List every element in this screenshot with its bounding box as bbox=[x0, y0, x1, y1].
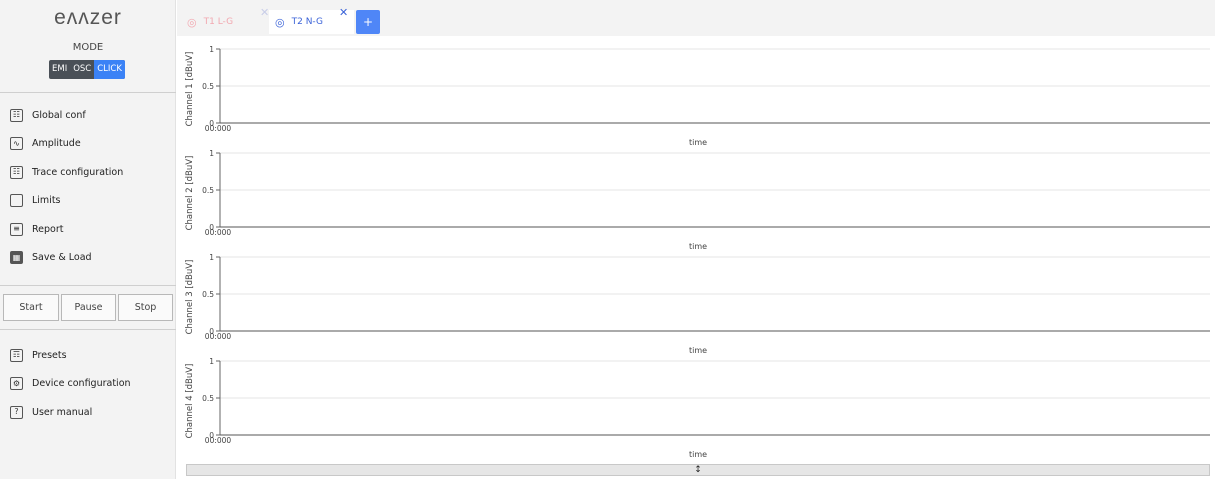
chart-plot-area: 10.5000:000time bbox=[202, 253, 1210, 355]
sidebar-item-label: Limits bbox=[32, 195, 61, 207]
sidebar-menu-top: ☷ Global conf ∿ Amplitude ☷ Trace config… bbox=[0, 101, 176, 272]
sidebar-item-label: Trace configuration bbox=[32, 166, 124, 178]
sidebar: eʌʌzer MODE EMI OSC CLICK ☷ Global conf … bbox=[0, 0, 176, 479]
y-tick-label: 0.5 bbox=[202, 290, 214, 299]
sidebar-menu-bottom: ☶ Presets ⚙ Device configuration ? User … bbox=[0, 341, 176, 427]
close-icon[interactable]: ✕ bbox=[339, 6, 348, 19]
amplitude-icon: ∿ bbox=[10, 137, 23, 151]
sidebar-item-limits[interactable]: Limits bbox=[0, 187, 176, 216]
channel-3-chart: Channel 3 [dBuV] 1 0.5 0 00:000 time bbox=[180, 252, 1210, 356]
chart-plot-area: 10.5000:000time bbox=[202, 45, 1210, 147]
close-icon[interactable]: ✕ bbox=[260, 6, 269, 19]
chart-plot-area: 10.5000:000time bbox=[202, 357, 1210, 459]
y-tick-label: 1 bbox=[209, 253, 214, 262]
mode-click-button[interactable]: CLICK bbox=[94, 60, 125, 79]
tab-t2-n-g[interactable]: ◎ T2 N-G ✕ bbox=[269, 6, 354, 34]
tab-t1-l-g[interactable]: ◎ T1 L-G ✕ bbox=[187, 6, 269, 34]
x-axis-label: time bbox=[689, 450, 707, 459]
y-tick-label: 1 bbox=[209, 149, 214, 158]
x-axis-label: time bbox=[689, 138, 707, 147]
x-tick-label: 00:000 bbox=[205, 228, 232, 237]
sidebar-divider bbox=[0, 92, 176, 93]
sidebar-item-amplitude[interactable]: ∿ Amplitude bbox=[0, 130, 176, 159]
app-logo: eʌʌzer bbox=[54, 6, 122, 29]
add-tab-button[interactable]: + bbox=[356, 10, 380, 34]
tab-bar: ◎ T1 L-G ✕ ◎ T2 N-G ✕ + bbox=[177, 0, 1215, 36]
channel-4-chart: Channel 4 [dBuV] 1 0.5 0 00:000 time bbox=[180, 356, 1210, 460]
resize-icon: ↕ bbox=[694, 465, 702, 475]
sidebar-item-label: Amplitude bbox=[32, 138, 81, 150]
y-tick-label: 0.5 bbox=[202, 394, 214, 403]
report-icon: ≡ bbox=[10, 222, 23, 236]
device-config-icon: ⚙ bbox=[10, 377, 23, 391]
y-tick-label: 1 bbox=[209, 357, 214, 366]
presets-icon: ☶ bbox=[10, 348, 23, 362]
sidebar-item-trace-configuration[interactable]: ☷ Trace configuration bbox=[0, 158, 176, 187]
sidebar-item-report[interactable]: ≡ Report bbox=[0, 215, 176, 244]
mode-emi-button[interactable]: EMI bbox=[49, 60, 70, 79]
sidebar-item-user-manual[interactable]: ? User manual bbox=[0, 398, 176, 427]
channel-2-chart: Channel 2 [dBuV] 1 0.5 0 00:000 time bbox=[180, 148, 1210, 252]
save-load-icon: ▦ bbox=[10, 251, 23, 265]
chart-plot-area: 10.5000:000time bbox=[202, 149, 1210, 251]
user-manual-icon: ? bbox=[10, 405, 23, 419]
eye-icon[interactable]: ◎ bbox=[275, 16, 285, 29]
channel-1-chart: Channel 1 [dBuV] 1 0.5 0 00:000 time bbox=[180, 44, 1210, 148]
eye-icon[interactable]: ◎ bbox=[187, 16, 197, 29]
mode-selector: EMI OSC CLICK bbox=[49, 60, 125, 79]
sidebar-divider bbox=[0, 329, 176, 330]
mode-label: MODE bbox=[72, 42, 104, 53]
sidebar-item-label: Global conf bbox=[32, 109, 86, 121]
sidebar-item-global-conf[interactable]: ☷ Global conf bbox=[0, 101, 176, 130]
pause-button[interactable]: Pause bbox=[61, 294, 116, 321]
x-axis-label: time bbox=[689, 346, 707, 355]
sidebar-item-label: Device configuration bbox=[32, 378, 131, 390]
sidebar-divider bbox=[0, 285, 176, 286]
sidebar-item-label: Presets bbox=[32, 349, 67, 361]
tab-label: T1 L-G bbox=[203, 17, 234, 27]
sidebar-item-presets[interactable]: ☶ Presets bbox=[0, 341, 176, 370]
y-tick-label: 1 bbox=[209, 45, 214, 54]
global-conf-icon: ☷ bbox=[10, 108, 23, 122]
y-tick-label: 0.5 bbox=[202, 186, 214, 195]
trace-config-icon: ☷ bbox=[10, 165, 23, 179]
acquisition-controls: Start Pause Stop bbox=[3, 294, 173, 321]
resize-handle[interactable]: ↕ bbox=[186, 464, 1210, 476]
tab-label: T2 N-G bbox=[291, 17, 323, 27]
sidebar-item-label: Save & Load bbox=[32, 252, 92, 264]
limits-icon bbox=[10, 194, 23, 208]
sidebar-item-device-configuration[interactable]: ⚙ Device configuration bbox=[0, 370, 176, 399]
y-tick-label: 0.5 bbox=[202, 82, 214, 91]
x-tick-label: 00:000 bbox=[205, 124, 232, 133]
sidebar-item-label: User manual bbox=[32, 406, 93, 418]
sidebar-item-label: Report bbox=[32, 223, 64, 235]
x-axis-label: time bbox=[689, 242, 707, 251]
mode-osc-button[interactable]: OSC bbox=[70, 60, 94, 79]
start-button[interactable]: Start bbox=[3, 294, 59, 321]
x-tick-label: 00:000 bbox=[205, 332, 232, 341]
x-tick-label: 00:000 bbox=[205, 436, 232, 445]
sidebar-item-save-load[interactable]: ▦ Save & Load bbox=[0, 244, 176, 273]
stop-button[interactable]: Stop bbox=[118, 294, 173, 321]
